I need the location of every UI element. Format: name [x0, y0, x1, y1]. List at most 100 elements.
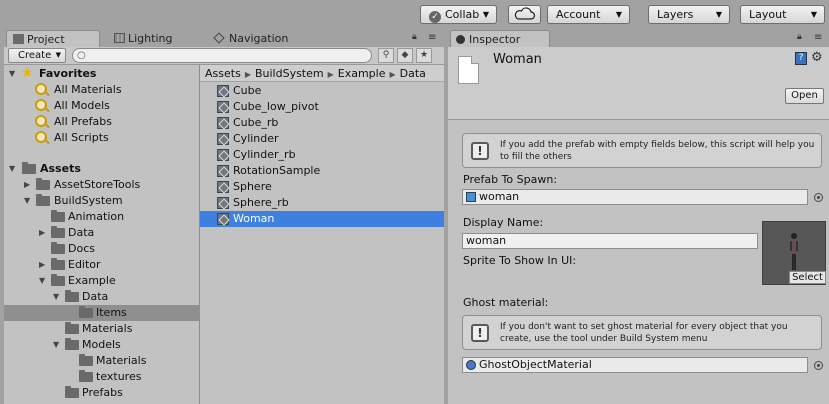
file-item[interactable]: Woman: [200, 211, 444, 227]
tree-label: All Prefabs: [54, 115, 112, 128]
file-label: Cylinder_rb: [233, 148, 296, 161]
prefab-field[interactable]: woman: [462, 189, 808, 205]
collab-button[interactable]: ✓ Collab ▼: [420, 5, 497, 24]
folder-icon: [51, 274, 65, 286]
file-item[interactable]: Cylinder: [200, 131, 444, 147]
tree-label: Materials: [82, 322, 133, 335]
info-icon: !: [471, 142, 489, 160]
breadcrumb: Assets ▶ BuildSystem ▶ Example ▶ Data: [200, 65, 444, 82]
favorite-item[interactable]: All Materials: [4, 82, 199, 98]
folder-icon: [65, 338, 79, 350]
lock-icon[interactable]: 🔒︎: [412, 32, 417, 42]
folder-icon: [36, 178, 50, 190]
file-item[interactable]: Cylinder_rb: [200, 147, 444, 163]
breadcrumb-item[interactable]: Assets: [205, 67, 241, 80]
expand-arrow-icon: ▼: [53, 292, 60, 301]
project-panel: Project Lighting Navigation 🔒︎ ≡ Create …: [4, 30, 444, 404]
tree-folder[interactable]: ▼ Data: [4, 289, 199, 305]
tab-project[interactable]: Project: [6, 30, 100, 47]
tree-folder[interactable]: Docs: [4, 241, 199, 257]
open-button[interactable]: Open: [785, 88, 824, 104]
project-toolbar: Create ▼ ○ ⚲ ◆ ★: [4, 47, 444, 65]
menu-icon[interactable]: ≡: [814, 32, 822, 43]
tree-folder[interactable]: ▶ Editor: [4, 257, 199, 273]
create-button[interactable]: Create ▼: [8, 48, 66, 63]
account-button[interactable]: Account ▼: [547, 5, 630, 24]
file-item[interactable]: Sphere_rb: [200, 195, 444, 211]
file-item[interactable]: Sphere: [200, 179, 444, 195]
tree-label: Assets: [40, 162, 81, 175]
tree-label: Favorites: [39, 67, 97, 80]
tab-label: Inspector: [469, 33, 521, 46]
layout-label: Layout: [749, 8, 787, 21]
object-picker-icon[interactable]: [814, 361, 823, 370]
grid-icon: [114, 33, 125, 43]
prefab-label: Prefab To Spawn:: [463, 173, 558, 186]
folder-icon: [51, 226, 65, 238]
favorite-star-icon[interactable]: ★: [416, 48, 432, 63]
breadcrumb-item[interactable]: Data: [400, 67, 426, 80]
tree-folder[interactable]: ▼ BuildSystem: [4, 193, 199, 209]
lock-icon[interactable]: 🔒︎: [797, 32, 802, 42]
inspector-panel: Inspector 🔒︎ ≡ Woman ? ⚙ Open ! If you a…: [448, 30, 829, 404]
layers-button[interactable]: Layers ▼: [648, 5, 730, 24]
file-item[interactable]: RotationSample: [200, 163, 444, 179]
search-input[interactable]: ○: [72, 48, 372, 63]
filter-by-type-icon[interactable]: ⚲: [378, 48, 394, 63]
tree-folder[interactable]: Items: [4, 305, 199, 321]
tree-favorites[interactable]: ▼ ★ Favorites: [4, 65, 199, 82]
tab-navigation[interactable]: Navigation: [209, 30, 319, 47]
breadcrumb-item[interactable]: Example: [338, 67, 386, 80]
tree-folder[interactable]: ▼ Example: [4, 273, 199, 289]
collapse-arrow-icon: ▶: [39, 260, 46, 269]
object-picker-icon[interactable]: [814, 193, 823, 202]
folder-icon: [65, 290, 79, 302]
menu-icon[interactable]: ≡: [428, 32, 436, 43]
tree-folder[interactable]: ▶ Data: [4, 225, 199, 241]
search-filter-icon: [35, 99, 47, 111]
prefab-icon: [217, 197, 229, 209]
tree-assets[interactable]: ▼ Assets: [4, 161, 199, 177]
breadcrumb-item[interactable]: BuildSystem: [255, 67, 324, 80]
expand-arrow-icon: ▼: [53, 340, 60, 349]
tab-inspector[interactable]: Inspector: [450, 30, 550, 47]
sprite-field[interactable]: Select: [762, 221, 826, 285]
inspector-body: ! If you add the prefab with empty field…: [448, 120, 829, 404]
tree-folder[interactable]: textures: [4, 369, 199, 385]
tree-folder[interactable]: Prefabs: [4, 385, 199, 401]
favorite-item[interactable]: All Models: [4, 98, 199, 114]
file-label: Cube: [233, 84, 262, 97]
file-item[interactable]: Cube: [200, 83, 444, 99]
folder-icon: [36, 194, 50, 206]
help-icon[interactable]: ?: [795, 52, 807, 65]
folder-icon: [22, 162, 36, 174]
tree-label: Docs: [68, 242, 95, 255]
tree-folder[interactable]: ▼ Models: [4, 337, 199, 353]
favorite-item[interactable]: All Prefabs: [4, 114, 199, 130]
dropdown-arrow-icon: ▼: [615, 10, 622, 19]
layout-button[interactable]: Layout ▼: [740, 5, 825, 24]
prefab-icon: [217, 149, 229, 161]
tree-folder[interactable]: Materials: [4, 321, 199, 337]
tree-folder[interactable]: Materials: [4, 353, 199, 369]
ghost-material-field[interactable]: GhostObjectMaterial: [462, 357, 808, 373]
folder-icon: [51, 210, 65, 222]
file-label: Sphere: [233, 180, 272, 193]
cloud-button[interactable]: [508, 5, 541, 24]
display-name-field[interactable]: woman: [462, 233, 758, 249]
document-icon: [458, 56, 479, 84]
file-item[interactable]: Cube_rb: [200, 115, 444, 131]
favorite-item[interactable]: All Scripts: [4, 130, 199, 146]
tree-folder[interactable]: Animation: [4, 209, 199, 225]
filter-by-label-icon[interactable]: ◆: [397, 48, 413, 63]
tree-label: AssetStoreTools: [54, 178, 141, 191]
gear-icon[interactable]: ⚙: [811, 50, 823, 65]
tab-lighting[interactable]: Lighting: [108, 30, 198, 47]
cube-icon: [466, 192, 476, 202]
select-button[interactable]: Select: [789, 271, 826, 284]
file-item[interactable]: Cube_low_pivot: [200, 99, 444, 115]
prefab-icon: [217, 213, 229, 225]
tab-label: Project: [27, 33, 65, 46]
tree-folder[interactable]: ▶ AssetStoreTools: [4, 177, 199, 193]
folder-icon: [65, 322, 79, 334]
